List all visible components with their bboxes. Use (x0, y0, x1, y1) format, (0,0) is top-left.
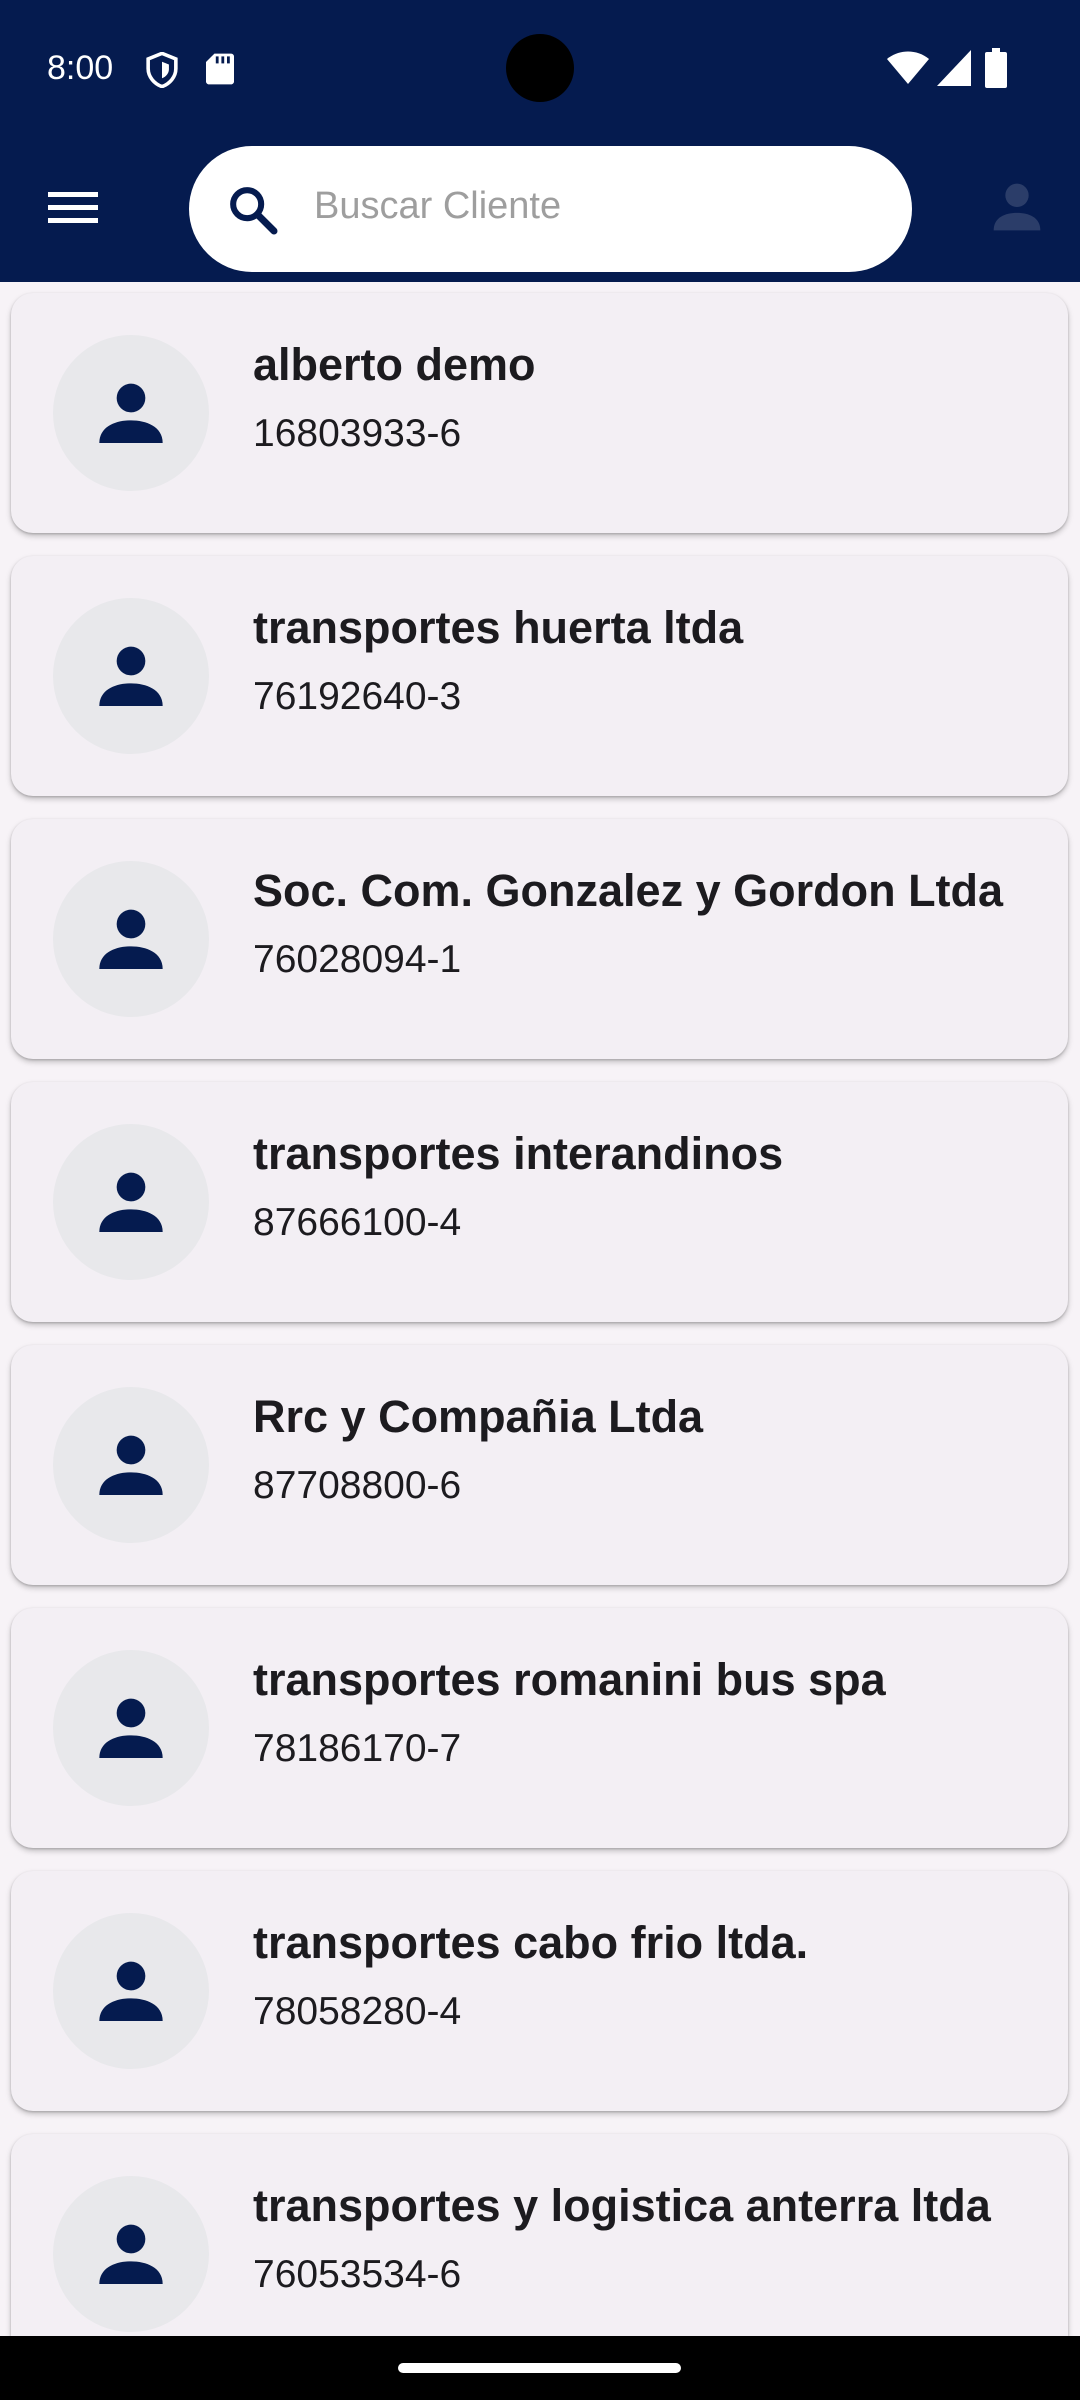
person-icon (99, 383, 163, 443)
person-icon (99, 2224, 163, 2284)
client-card[interactable]: transportes interandinos 87666100-4 (11, 1082, 1068, 1322)
hamburger-menu-icon (48, 192, 98, 223)
status-time: 8:00 (47, 49, 114, 87)
client-avatar (53, 2176, 209, 2332)
client-name: transportes huerta ltda (253, 602, 744, 653)
client-name: transportes y logistica anterra ltda (253, 2180, 991, 2231)
client-rut: 76028094-1 (253, 938, 462, 981)
client-card[interactable]: transportes romanini bus spa 78186170-7 (11, 1608, 1068, 1848)
client-name: transportes cabo frio ltda. (253, 1917, 809, 1968)
battery-icon (985, 48, 1007, 88)
person-icon (99, 1698, 163, 1758)
person-icon (99, 1435, 163, 1495)
client-name: alberto demo (253, 339, 536, 390)
person-icon (99, 1961, 163, 2021)
sd-card-icon (206, 53, 234, 85)
menu-button[interactable] (38, 172, 108, 242)
client-name: Soc. Com. Gonzalez y Gordon Ltda (253, 865, 1004, 916)
status-bar: 8:00 (0, 0, 1080, 138)
home-gesture-handle[interactable] (398, 2363, 681, 2373)
client-card[interactable]: alberto demo 16803933-6 (11, 293, 1068, 533)
search-input[interactable] (314, 174, 874, 238)
camera-cutout (506, 34, 574, 102)
client-avatar (53, 1650, 209, 1806)
person-icon (993, 183, 1041, 231)
client-card[interactable]: Rrc y Compañia Ltda 87708800-6 (11, 1345, 1068, 1585)
client-avatar (53, 861, 209, 1017)
client-card[interactable]: transportes cabo frio ltda. 78058280-4 (11, 1871, 1068, 2111)
person-icon (99, 646, 163, 706)
person-icon (99, 1172, 163, 1232)
client-rut: 87708800-6 (253, 1464, 462, 1507)
client-rut: 76053534-6 (253, 2253, 462, 2296)
search-icon (225, 182, 281, 238)
profile-button[interactable] (982, 172, 1052, 242)
client-avatar (53, 1387, 209, 1543)
client-avatar (53, 598, 209, 754)
client-avatar (53, 335, 209, 491)
shield-icon (146, 52, 178, 88)
client-rut: 78058280-4 (253, 1990, 462, 2033)
client-card[interactable]: transportes huerta ltda 76192640-3 (11, 556, 1068, 796)
client-card[interactable]: transportes y logistica anterra ltda 760… (11, 2134, 1068, 2336)
client-avatar (53, 1913, 209, 2069)
client-name: transportes interandinos (253, 1128, 784, 1179)
client-name: transportes romanini bus spa (253, 1654, 886, 1705)
client-card[interactable]: Soc. Com. Gonzalez y Gordon Ltda 7602809… (11, 819, 1068, 1059)
person-icon (99, 909, 163, 969)
client-rut: 87666100-4 (253, 1201, 462, 1244)
app-header: 8:00 (0, 0, 1080, 282)
client-rut: 16803933-6 (253, 412, 462, 455)
search-bar[interactable] (189, 146, 912, 272)
cellular-signal-icon (937, 50, 971, 86)
wifi-icon (887, 51, 929, 84)
client-name: Rrc y Compañia Ltda (253, 1391, 704, 1442)
client-rut: 76192640-3 (253, 675, 462, 718)
client-rut: 78186170-7 (253, 1727, 462, 1770)
client-avatar (53, 1124, 209, 1280)
